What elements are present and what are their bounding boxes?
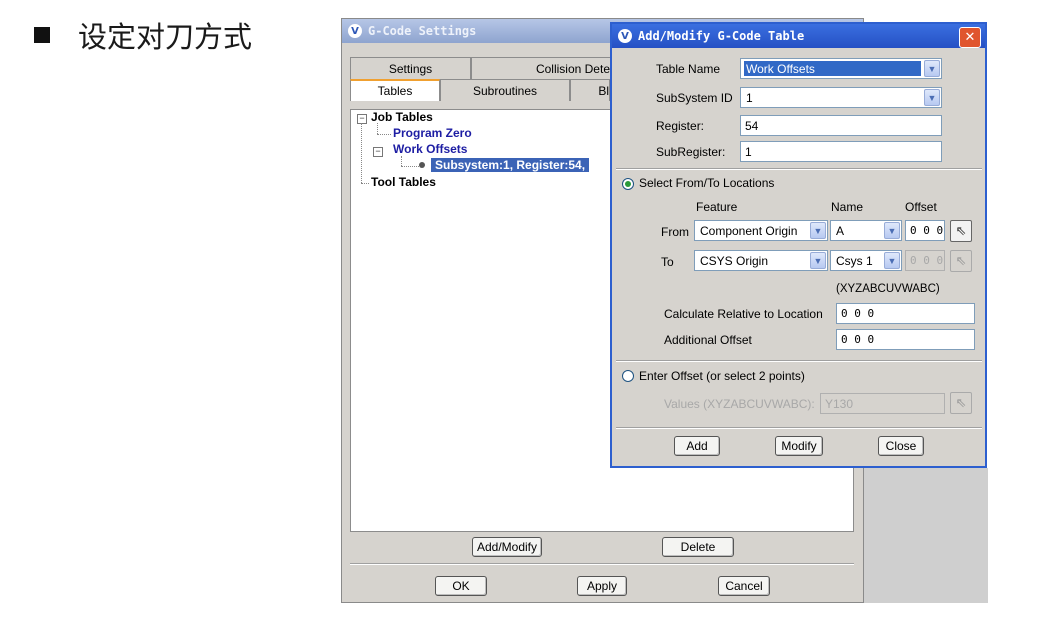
values-field: Y130: [820, 393, 945, 414]
divider: [616, 427, 982, 429]
close-button[interactable]: Close: [878, 436, 924, 456]
tree-connector: [401, 166, 419, 167]
tree-connector: [361, 123, 362, 183]
to-feature-dropdown[interactable]: CSYS Origin ▼: [694, 250, 828, 271]
table-name-value: Work Offsets: [744, 61, 921, 76]
chevron-down-icon: ▼: [884, 222, 900, 239]
register-label: Register:: [656, 119, 705, 133]
tree-selected-node[interactable]: Subsystem:1, Register:54,: [431, 158, 590, 172]
feature-column-header: Feature: [696, 200, 738, 214]
subsystem-id-dropdown[interactable]: 1 ▼: [740, 87, 942, 108]
subregister-field[interactable]: 1: [740, 141, 942, 162]
enter-offset-label: Enter Offset (or select 2 points): [639, 369, 805, 383]
additional-offset-field[interactable]: 0 0 0: [836, 329, 975, 350]
app-logo-icon: V: [348, 24, 362, 38]
subsystem-id-value: 1: [746, 90, 753, 105]
from-label: From: [661, 225, 689, 239]
values-label: Values (XYZABCUVWABC):: [664, 397, 815, 411]
modify-button[interactable]: Modify: [775, 436, 823, 456]
collapse-icon[interactable]: −: [373, 147, 383, 157]
selected-node-label: Subsystem:1, Register:54,: [431, 158, 590, 172]
tab-bl[interactable]: Bl: [570, 79, 610, 101]
tree-connector: [361, 183, 369, 184]
tree-tool-tables[interactable]: Tool Tables: [371, 175, 436, 189]
pick-arrow-icon: ⇖: [950, 392, 972, 414]
ok-button[interactable]: OK: [435, 576, 487, 596]
slide-title-text: 设定对刀方式: [78, 20, 253, 54]
to-label: To: [661, 255, 674, 269]
to-offset-field: 0 0 0: [905, 250, 945, 271]
background-panel: [864, 468, 988, 603]
register-field[interactable]: 54: [740, 115, 942, 136]
from-feature-value: Component Origin: [700, 223, 798, 238]
add-button[interactable]: Add: [674, 436, 720, 456]
divider: [616, 168, 982, 170]
tab-row-2: Tables Subroutines Bl: [350, 79, 610, 101]
cancel-button[interactable]: Cancel: [718, 576, 770, 596]
tree-work-offsets[interactable]: Work Offsets: [393, 142, 467, 156]
add-modify-button[interactable]: Add/Modify: [472, 537, 542, 557]
chevron-down-icon: ▼: [924, 89, 940, 106]
tab-tables[interactable]: Tables: [350, 79, 440, 101]
chevron-down-icon: ▼: [884, 252, 900, 269]
offset-column-header: Offset: [905, 200, 937, 214]
calc-relative-label: Calculate Relative to Location: [664, 307, 823, 321]
dialog-title: Add/Modify G-Code Table: [638, 29, 805, 43]
tab-subroutines[interactable]: Subroutines: [440, 79, 570, 101]
apply-button[interactable]: Apply: [577, 576, 627, 596]
additional-offset-label: Additional Offset: [664, 333, 752, 347]
slide-title: 设定对刀方式: [34, 14, 252, 56]
subsystem-id-label: SubSystem ID: [656, 91, 733, 105]
node-bullet-icon: [419, 162, 425, 168]
from-name-value: A: [836, 223, 845, 238]
select-locations-label: Select From/To Locations: [639, 176, 775, 190]
from-name-dropdown[interactable]: A ▼: [830, 220, 902, 241]
pick-arrow-icon[interactable]: ⇖: [950, 220, 972, 242]
chevron-down-icon: ▼: [810, 252, 826, 269]
divider: [350, 563, 854, 565]
tree-connector: [377, 123, 378, 134]
name-column-header: Name: [831, 200, 864, 214]
table-name-dropdown[interactable]: Work Offsets ▼: [740, 58, 942, 79]
to-feature-value: CSYS Origin: [700, 253, 769, 268]
tree-job-tables[interactable]: Job Tables: [371, 110, 433, 124]
close-icon[interactable]: ✕: [959, 27, 981, 48]
add-modify-gcode-table-dialog: V Add/Modify G-Code Table ✕ Table Name W…: [610, 22, 987, 468]
tab-collision-detection[interactable]: Collision Dete: [471, 57, 611, 79]
chevron-down-icon: ▼: [810, 222, 826, 239]
enter-offset-radio[interactable]: [622, 370, 634, 382]
delete-button[interactable]: Delete: [662, 537, 734, 557]
from-feature-dropdown[interactable]: Component Origin ▼: [694, 220, 828, 241]
tree-connector: [377, 134, 391, 135]
to-name-dropdown[interactable]: Csys 1 ▼: [830, 250, 902, 271]
tab-settings[interactable]: Settings: [350, 57, 471, 79]
subregister-label: SubRegister:: [656, 145, 726, 159]
axes-hint: (XYZABCUVWABC): [836, 283, 940, 295]
calc-relative-field[interactable]: 0 0 0: [836, 303, 975, 324]
window-title: G-Code Settings: [368, 24, 477, 38]
square-bullet-icon: [34, 27, 50, 43]
table-name-label: Table Name: [656, 62, 721, 76]
collapse-icon[interactable]: −: [357, 114, 367, 124]
dialog-titlebar[interactable]: V Add/Modify G-Code Table: [612, 24, 985, 48]
chevron-down-icon: ▼: [924, 60, 940, 77]
tree-connector: [401, 156, 402, 166]
tab-row-1: Settings Collision Dete: [350, 57, 611, 79]
to-name-value: Csys 1: [836, 253, 873, 268]
pick-arrow-icon: ⇖: [950, 250, 972, 272]
from-offset-field[interactable]: 0 0 0: [905, 220, 945, 241]
divider: [616, 360, 982, 362]
select-locations-radio[interactable]: [622, 178, 634, 190]
tree-program-zero[interactable]: Program Zero: [393, 126, 472, 140]
app-logo-icon: V: [618, 29, 632, 43]
